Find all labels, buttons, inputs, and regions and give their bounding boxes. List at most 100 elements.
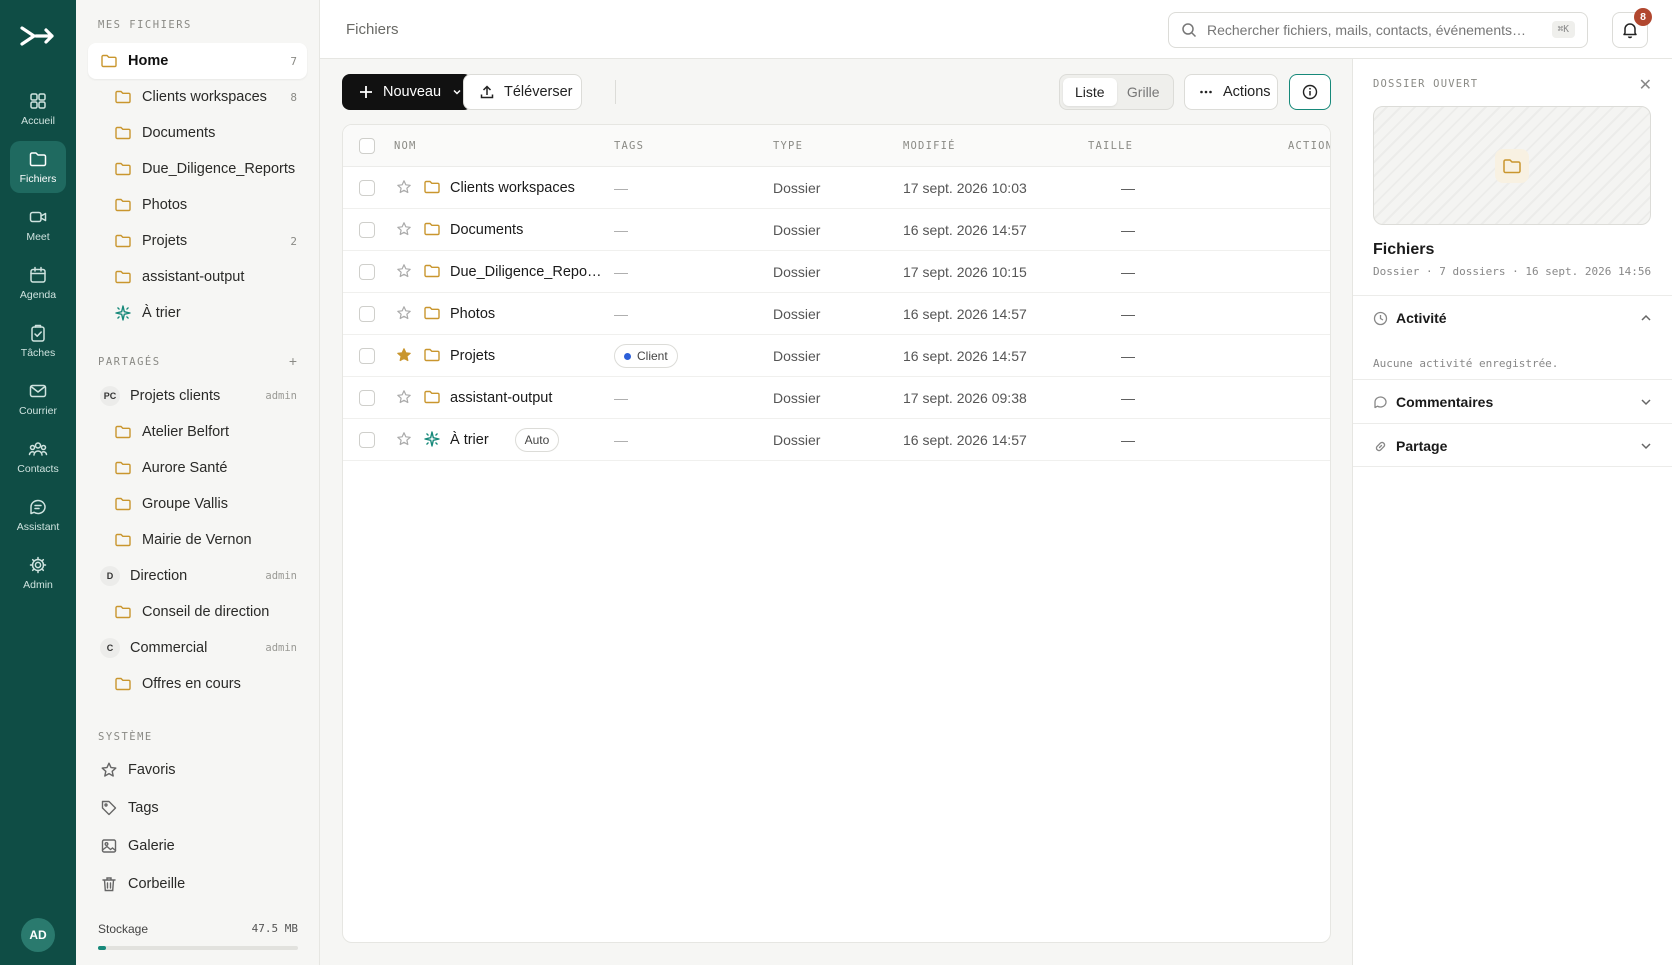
rail-item-mail[interactable]: Courrier <box>10 373 66 425</box>
notifications-button[interactable]: 8 <box>1612 8 1652 48</box>
sidebar-item-documents[interactable]: Documents <box>88 115 307 151</box>
sidebar-item-corbeille[interactable]: Corbeille <box>88 866 307 902</box>
col-size[interactable]: TAILLE <box>1088 140 1133 152</box>
app-logo-icon[interactable] <box>18 22 58 50</box>
sharing-header: Partage <box>1373 438 1447 454</box>
rail-item-grid[interactable]: Accueil <box>10 83 66 135</box>
star-icon[interactable] <box>396 431 412 447</box>
select-all-checkbox[interactable] <box>359 138 375 154</box>
more-dots-icon <box>1200 90 1212 94</box>
sidebar-item-offres-en-cours[interactable]: Offres en cours <box>88 666 307 702</box>
star-icon[interactable] <box>396 263 412 279</box>
activity-section[interactable]: Activité Aucune activité enregistrée. <box>1353 295 1672 370</box>
rail-item-gear[interactable]: Admin <box>10 547 66 599</box>
star-icon[interactable] <box>396 179 412 195</box>
row-checkbox[interactable] <box>359 432 375 448</box>
tag-icon <box>100 799 118 817</box>
details-panel: DOSSIER OUVERT ✕ Fichiers Dossier · 7 do… <box>1352 59 1672 965</box>
col-type[interactable]: TYPE <box>773 140 803 152</box>
star-icon[interactable] <box>396 347 412 363</box>
tag-label: Client <box>637 349 668 363</box>
star-icon[interactable] <box>396 389 412 405</box>
table-row[interactable]: Due_Diligence_Repo… — Dossier 17 sept. 2026… <box>343 251 1330 293</box>
rail-item-clipboard-check[interactable]: Tâches <box>10 315 66 367</box>
table-row[interactable]: À trier Auto — Dossier 16 sept. 2026 14:57 — <box>343 419 1330 461</box>
item-count: 2 <box>290 234 297 248</box>
new-button[interactable]: Nouveau <box>342 74 472 110</box>
info-panel-button[interactable] <box>1289 74 1331 110</box>
add-shared-button[interactable]: + <box>289 353 297 369</box>
file-name[interactable]: Documents <box>450 222 523 238</box>
sidebar-space-commercial[interactable]: C Commercial admin <box>88 630 307 666</box>
tags-cell: — <box>614 432 628 448</box>
rail-item-chat[interactable]: Assistant <box>10 489 66 541</box>
rail-item-label: Meet <box>26 231 50 243</box>
sharing-section[interactable]: Partage <box>1353 423 1672 467</box>
upload-button[interactable]: Téléverser <box>463 74 582 110</box>
sidebar-space-projets-clients[interactable]: PC Projets clients admin <box>88 378 307 414</box>
sidebar-item-conseil-de-direction[interactable]: Conseil de direction <box>88 594 307 630</box>
rail-item-label: Agenda <box>19 289 57 301</box>
page-title: Fichiers <box>346 21 399 38</box>
file-name[interactable]: Photos <box>450 306 495 322</box>
chevron-up-icon[interactable] <box>1639 311 1653 325</box>
global-search-input[interactable]: Rechercher fichiers, mails, contacts, év… <box>1168 12 1588 48</box>
view-list-button[interactable]: Liste <box>1063 78 1117 106</box>
tag-pill[interactable]: Client <box>614 344 678 368</box>
comments-section[interactable]: Commentaires <box>1353 379 1672 423</box>
file-name[interactable]: assistant-output <box>450 390 552 406</box>
file-name[interactable]: À trier <box>450 432 489 448</box>
sidebar-item-due-diligence-reports[interactable]: Due_Diligence_Reports <box>88 151 307 187</box>
view-grid-button[interactable]: Grille <box>1117 78 1171 106</box>
star-icon <box>100 761 118 779</box>
table-row[interactable]: Documents — Dossier 16 sept. 2026 14:57 — <box>343 209 1330 251</box>
sidebar-item-tags[interactable]: Tags <box>88 790 307 826</box>
file-name[interactable]: Clients workspaces <box>450 180 575 196</box>
rail-item-folder[interactable]: Fichiers <box>10 141 66 193</box>
chevron-down-icon[interactable] <box>1639 395 1653 409</box>
rail-item-calendar[interactable]: Agenda <box>10 257 66 309</box>
user-avatar[interactable]: AD <box>21 918 55 952</box>
row-checkbox[interactable] <box>359 264 375 280</box>
sidebar-item-aurore-sant-[interactable]: Aurore Santé <box>88 450 307 486</box>
rail-item-users[interactable]: Contacts <box>10 431 66 483</box>
star-icon[interactable] <box>396 305 412 321</box>
calendar-icon <box>30 266 46 283</box>
folder-icon <box>114 495 132 513</box>
actions-button[interactable]: Actions <box>1184 74 1278 110</box>
star-icon[interactable] <box>396 221 412 237</box>
file-name[interactable]: Due_Diligence_Repo… <box>450 264 602 280</box>
sidebar-item-assistant-output[interactable]: assistant-output <box>88 259 307 295</box>
sidebar-space-direction[interactable]: D Direction admin <box>88 558 307 594</box>
col-modified[interactable]: MODIFIÉ <box>903 140 956 152</box>
rail-item-label: Accueil <box>21 115 55 127</box>
sidebar-item-mairie-de-vernon[interactable]: Mairie de Vernon <box>88 522 307 558</box>
size-cell: — <box>1121 264 1135 280</box>
sidebar-item-projets[interactable]: Projets 2 <box>88 223 307 259</box>
sidebar-item-favoris[interactable]: Favoris <box>88 752 307 788</box>
row-checkbox[interactable] <box>359 306 375 322</box>
row-checkbox[interactable] <box>359 390 375 406</box>
row-checkbox[interactable] <box>359 180 375 196</box>
type-cell: Dossier <box>773 180 821 196</box>
table-row[interactable]: Clients workspaces — Dossier 17 sept. 2026 … <box>343 167 1330 209</box>
table-row[interactable]: Photos — Dossier 16 sept. 2026 14:57 — <box>343 293 1330 335</box>
table-row[interactable]: assistant-output — Dossier 17 sept. 2026 09… <box>343 377 1330 419</box>
sidebar-item-label: Favoris <box>128 762 176 778</box>
sidebar-item-photos[interactable]: Photos <box>88 187 307 223</box>
file-name[interactable]: Projets <box>450 348 495 364</box>
chevron-down-icon[interactable] <box>1639 439 1653 453</box>
system-title: SYSTÈME <box>98 731 153 743</box>
sidebar-item-atelier-belfort[interactable]: Atelier Belfort <box>88 414 307 450</box>
table-row[interactable]: Projets Client Dossier 16 sept. 2026 14:57 — <box>343 335 1330 377</box>
col-name[interactable]: NOM <box>394 140 417 152</box>
row-checkbox[interactable] <box>359 348 375 364</box>
sidebar-item--trier[interactable]: À trier <box>88 295 307 331</box>
sidebar-item-groupe-vallis[interactable]: Groupe Vallis <box>88 486 307 522</box>
sidebar-item-clients-workspaces[interactable]: Clients workspaces 8 <box>88 79 307 115</box>
sidebar-item-home[interactable]: Home 7 <box>88 43 307 79</box>
row-checkbox[interactable] <box>359 222 375 238</box>
sidebar-item-galerie[interactable]: Galerie <box>88 828 307 864</box>
close-icon[interactable]: ✕ <box>1639 75 1652 95</box>
rail-item-video[interactable]: Meet <box>10 199 66 251</box>
